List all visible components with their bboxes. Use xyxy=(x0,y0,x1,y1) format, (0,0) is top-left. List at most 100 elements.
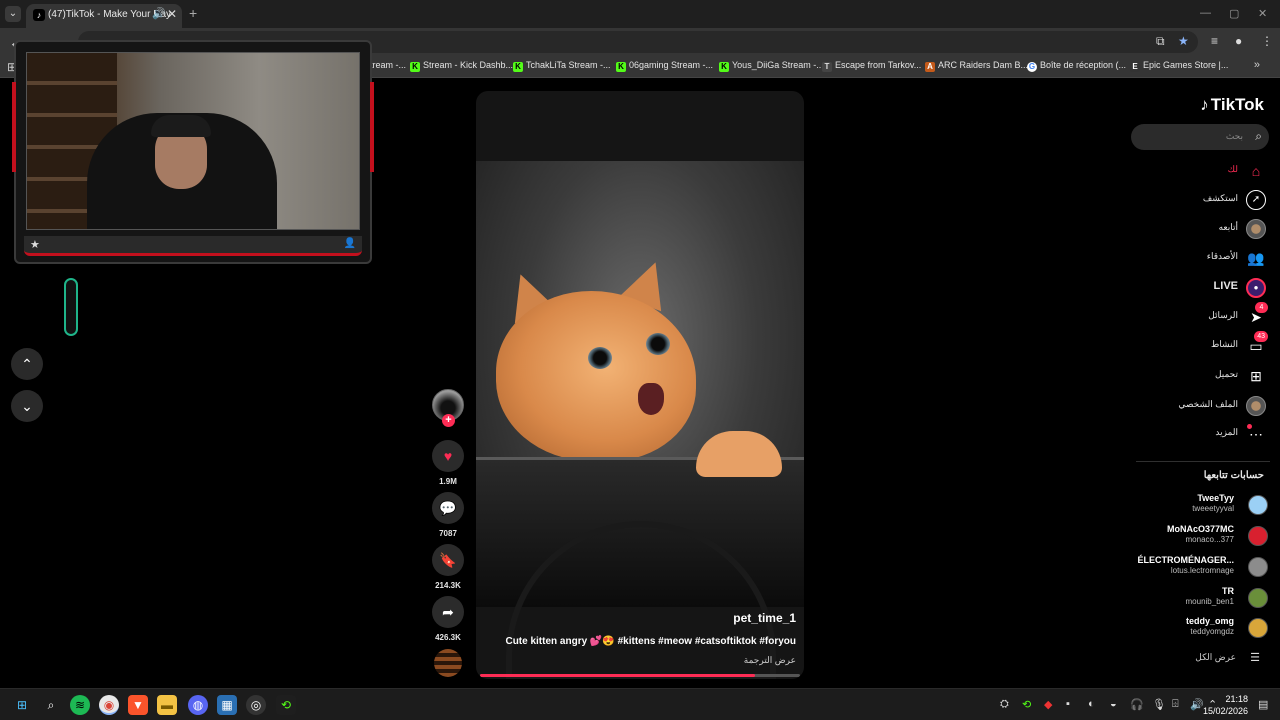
streamlabs-icon[interactable]: ⟲ xyxy=(276,695,296,715)
account-handle: mounib_ben1 xyxy=(1185,597,1234,606)
video-player[interactable]: pet_time_1 Cute kitten angry 💕😍 #kittens… xyxy=(476,91,804,679)
search-icon[interactable]: ⌕ xyxy=(1255,129,1262,144)
tray-headphones-icon[interactable]: 🎧 xyxy=(1130,698,1144,711)
like-button[interactable]: ♥ xyxy=(432,440,464,472)
bookmark-item[interactable]: K 06gaming Stream -... xyxy=(616,60,713,72)
previous-video-button[interactable]: ⌃ xyxy=(11,348,43,380)
video-progress-bar[interactable] xyxy=(480,674,800,677)
nav-item-activity[interactable]: النشاط ▭ 43 xyxy=(1130,331,1280,358)
browser-menu-icon[interactable]: ⋮ xyxy=(1261,34,1273,48)
music-disc-icon[interactable] xyxy=(434,649,462,677)
follow-plus-icon[interactable]: + xyxy=(442,414,455,427)
nav-item-explore[interactable]: استكشف ➚ xyxy=(1130,188,1280,212)
bookmark-item[interactable]: K Yous_DiiGa Stream -... xyxy=(719,60,824,72)
window-close-icon[interactable]: ✕ xyxy=(1258,7,1267,20)
bookmarks-overflow-icon[interactable]: » xyxy=(1254,59,1260,71)
clock-date[interactable]: 15/02/2026 xyxy=(1203,706,1248,716)
tray-network-icon[interactable]: ⌹ xyxy=(1172,698,1179,711)
webcam-video xyxy=(26,52,360,230)
windows-start-icon[interactable]: ⊞ xyxy=(12,695,32,715)
bookmark-item[interactable]: T Escape from Tarkov... xyxy=(822,60,921,72)
like-count: 1.9M xyxy=(439,477,457,486)
notifications-icon[interactable]: ▤ xyxy=(1258,698,1268,711)
followed-account[interactable]: MoNAcO377MC monaco...377 xyxy=(1110,522,1280,550)
chrome-icon[interactable]: ◉ xyxy=(99,695,119,715)
nav-item-live[interactable]: LIVE ● xyxy=(1130,276,1280,300)
google-icon: G xyxy=(1027,62,1037,72)
bookmark-item[interactable]: A ARC Raiders Dam B... xyxy=(925,60,1028,72)
tab-audio-icon[interactable]: 🔊 xyxy=(152,7,166,20)
new-tab-icon[interactable]: + xyxy=(189,5,197,21)
tray-streamlabs-icon[interactable]: ⟲ xyxy=(1022,698,1031,711)
minimize-icon[interactable]: — xyxy=(1200,7,1211,19)
tab-close-icon[interactable]: ✕ xyxy=(167,7,177,21)
maximize-icon[interactable]: ▢ xyxy=(1229,7,1239,20)
tray-shield-icon[interactable]: ◆ xyxy=(1044,698,1052,711)
followed-account[interactable]: ÉLECTROMÉNAGER... lotus.lectromnage xyxy=(1110,553,1280,581)
upload-icon: ⊞ xyxy=(1250,368,1262,384)
following-avatar-icon xyxy=(1246,219,1266,239)
account-name: MoNAcO377MC xyxy=(1166,524,1234,534)
profile-avatar-icon[interactable]: ● xyxy=(1235,34,1242,48)
followed-account[interactable]: TweeTyy tweeetyyval xyxy=(1110,491,1280,519)
share-button[interactable]: ➦ xyxy=(432,596,464,628)
nav-label: الرسائل xyxy=(1208,310,1238,320)
compass-icon: ➚ xyxy=(1246,190,1266,210)
file-explorer-icon[interactable]: ▬ xyxy=(157,695,177,715)
see-translation-link[interactable]: عرض الترجمة xyxy=(744,655,796,666)
bookmark-item[interactable]: E Epic Games Store |... xyxy=(1130,60,1228,72)
overlay-accent xyxy=(12,82,16,172)
bookmark-item[interactable]: G Boîte de réception (... xyxy=(1027,60,1126,72)
tray-volume-icon[interactable]: 🔊 xyxy=(1190,698,1204,711)
clock-time[interactable]: 21:18 xyxy=(1225,694,1248,704)
star-icon: ★ xyxy=(30,239,40,251)
nav-item-messages[interactable]: الرسائل ➤ 4 xyxy=(1130,302,1280,329)
bookmark-item[interactable]: K Stream - Kick Dashb... xyxy=(410,60,513,72)
cast-icon[interactable]: ⧉ xyxy=(1156,34,1165,49)
list-icon[interactable]: ☰ xyxy=(1250,651,1260,664)
chevron-down-icon: ⌄ xyxy=(21,398,33,414)
followed-account[interactable]: teddy_omg teddyomgdz xyxy=(1110,614,1280,642)
next-video-button[interactable]: ⌄ xyxy=(11,390,43,422)
brave-icon[interactable]: ▼ xyxy=(128,695,148,715)
nav-item-for-you[interactable]: لك ⌂ xyxy=(1130,159,1280,183)
nav-label: الملف الشخصي xyxy=(1178,399,1238,409)
browser-tab[interactable]: ♪ (47)TikTok - Make Your Day 🔊 ✕ xyxy=(26,4,182,28)
bookmark-item[interactable]: K TchakLiTa Stream -... xyxy=(513,60,611,72)
nav-item-profile[interactable]: الملف الشخصي xyxy=(1130,394,1280,418)
account-handle: lotus.lectromnage xyxy=(1170,566,1234,575)
nav-item-upload[interactable]: تحميل ⊞ xyxy=(1130,364,1280,388)
bookmark-star-icon[interactable]: ★ xyxy=(1178,34,1189,48)
obs-icon[interactable]: ◎ xyxy=(246,695,266,715)
profile-avatar-icon xyxy=(1246,396,1266,416)
save-button[interactable]: 🔖 xyxy=(432,544,464,576)
tab-search-button[interactable]: ⌄ xyxy=(5,6,21,22)
reading-list-icon[interactable]: ≡ xyxy=(1211,34,1218,48)
nav-item-friends[interactable]: الأصدقاء 👥 xyxy=(1130,246,1280,270)
tray-app-icon[interactable]: ◐ xyxy=(1088,698,1095,710)
kick-icon: K xyxy=(513,62,523,72)
tiktok-logo[interactable]: ♪ TikTok xyxy=(1200,95,1264,115)
streamer-headset xyxy=(151,115,211,137)
tray-microphone-icon[interactable]: 🎙 xyxy=(1152,698,1166,711)
see-all-link[interactable]: عرض الكل xyxy=(1195,652,1236,663)
kitten xyxy=(496,291,696,461)
friends-icon: 👥 xyxy=(1247,250,1265,266)
search-input[interactable]: بحث ⌕ xyxy=(1131,124,1269,150)
discord-icon[interactable]: ◍ xyxy=(188,695,208,715)
video-author[interactable]: pet_time_1 xyxy=(733,611,796,625)
spotify-icon[interactable]: ≋ xyxy=(70,695,90,715)
video-frame xyxy=(476,161,804,679)
tray-app-icon[interactable]: ▪ xyxy=(1066,698,1070,710)
account-avatar xyxy=(1248,495,1268,515)
photos-icon[interactable]: ▦ xyxy=(217,695,237,715)
tray-steam-icon[interactable]: ◒ xyxy=(1110,698,1117,710)
account-name: teddy_omg xyxy=(1185,616,1234,626)
search-icon[interactable]: ⌕ xyxy=(41,695,61,715)
nav-item-more[interactable]: المزيد ⋯ xyxy=(1130,422,1280,446)
comment-button[interactable]: 💬 xyxy=(432,492,464,524)
account-avatar xyxy=(1248,618,1268,638)
followed-account[interactable]: TR mounib_ben1 xyxy=(1110,584,1280,612)
tray-app-icon[interactable]: ⛭ xyxy=(1000,698,1009,711)
nav-item-following[interactable]: أتابعه xyxy=(1130,217,1280,241)
